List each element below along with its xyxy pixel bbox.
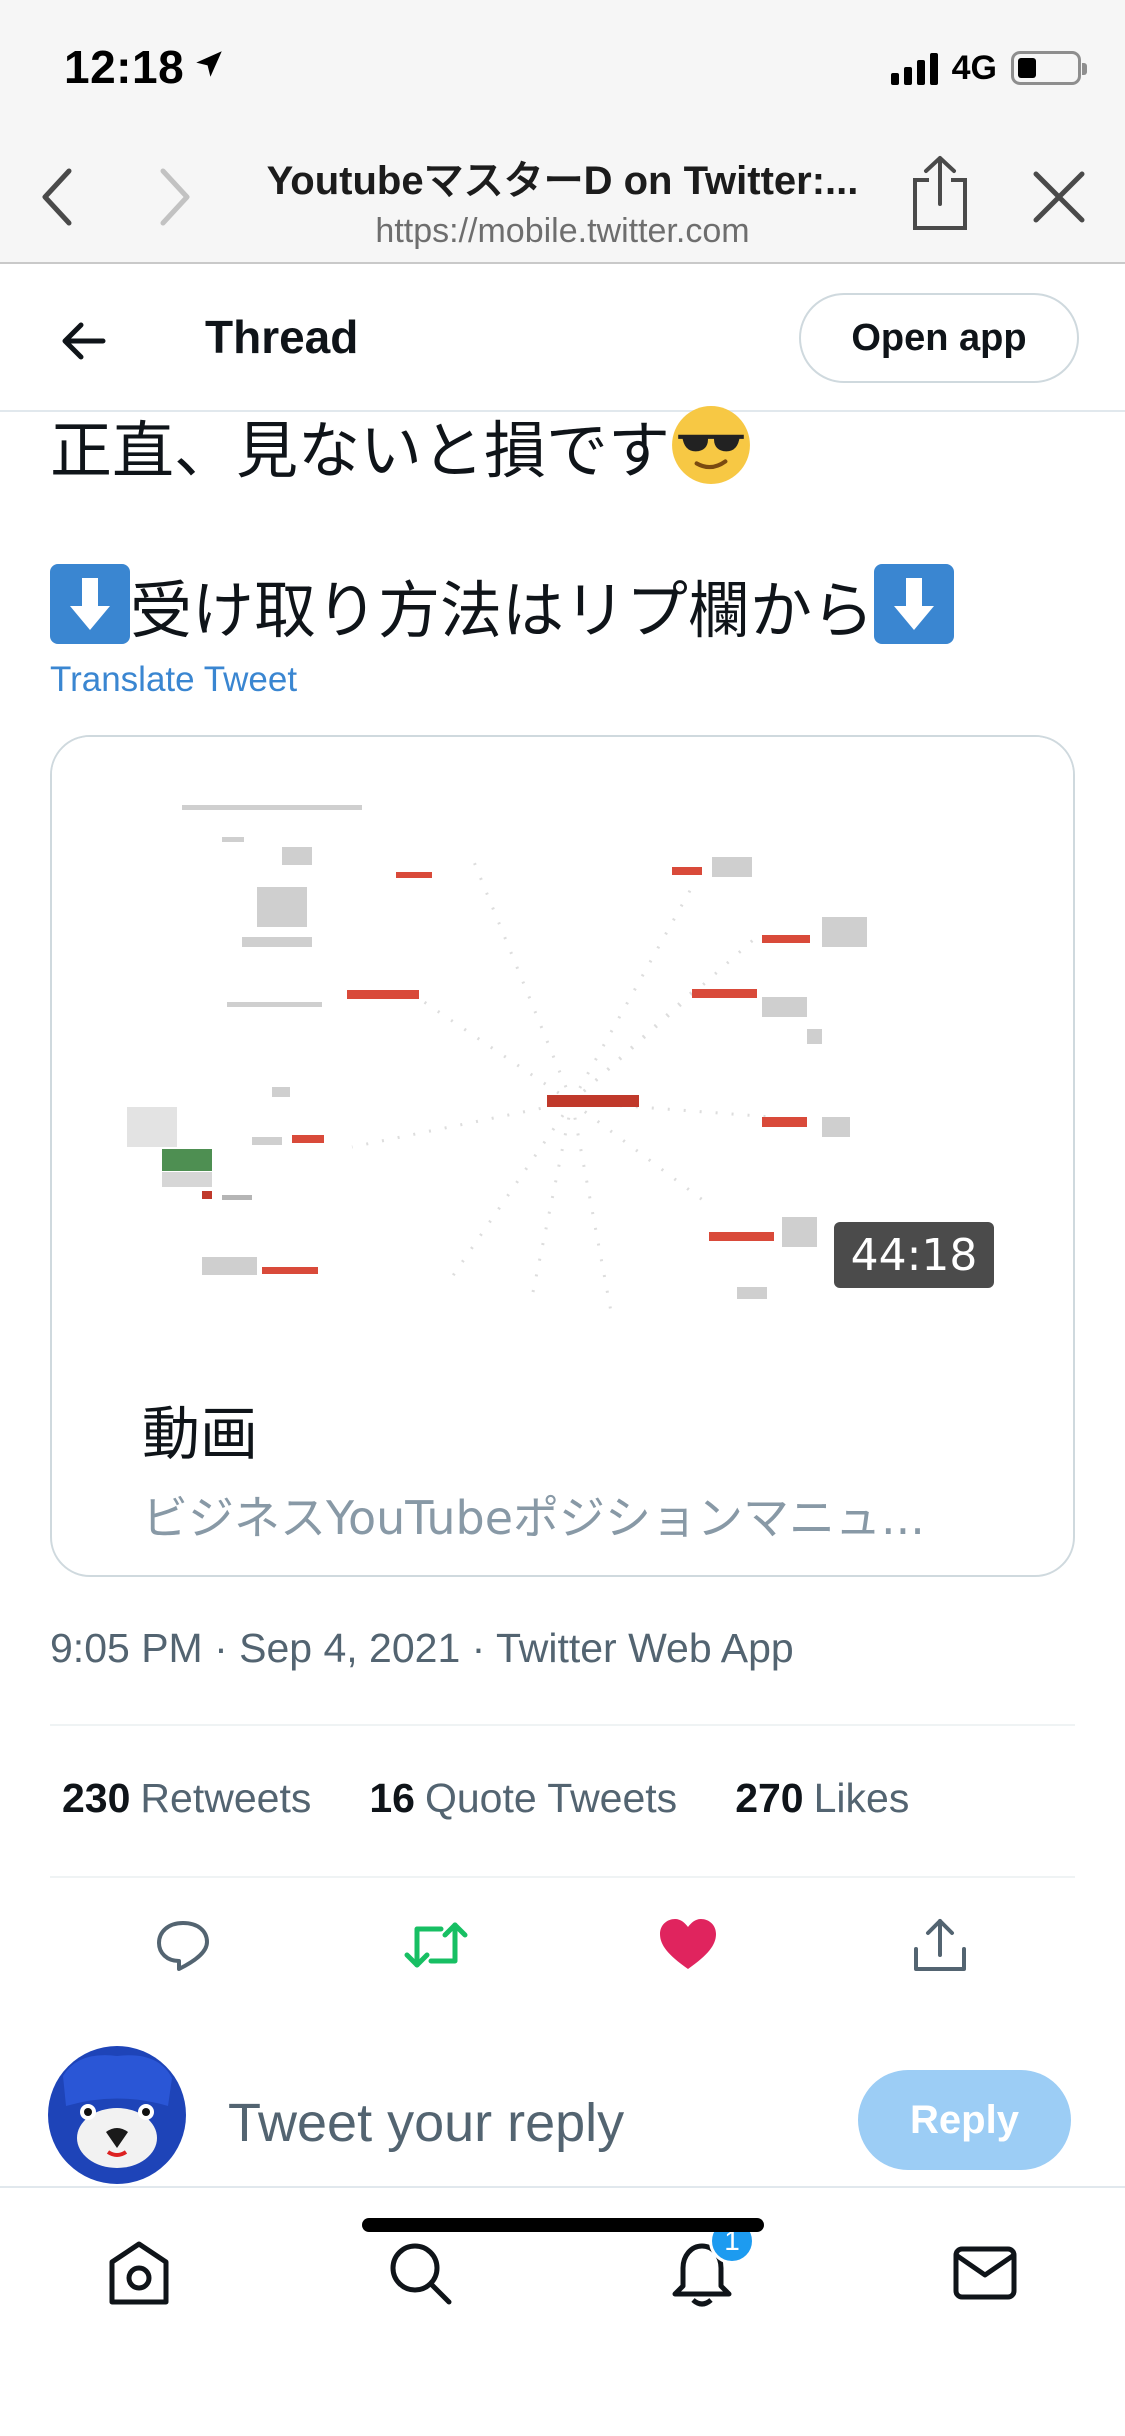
video-duration-badge: 44:18 bbox=[834, 1222, 994, 1288]
back-arrow-icon bbox=[62, 322, 106, 360]
close-icon bbox=[1033, 171, 1085, 223]
card-subtitle: ビジネスYouTubeポジションマニュ... bbox=[142, 1491, 925, 1545]
signal-icon bbox=[890, 51, 938, 85]
nav-notifications[interactable]: 1 bbox=[657, 2218, 755, 2318]
translate-tweet-link[interactable]: Translate Tweet bbox=[50, 660, 297, 700]
browser-back-button[interactable] bbox=[22, 162, 92, 232]
messages-icon bbox=[953, 2246, 1017, 2300]
page-url: https://mobile.twitter.com bbox=[375, 212, 750, 250]
nav-search[interactable] bbox=[375, 2228, 465, 2318]
status-time-text: 12:18 bbox=[64, 41, 185, 93]
divider bbox=[50, 1876, 1075, 1878]
retweets-count: 230 bbox=[62, 1775, 131, 1821]
home-icon bbox=[109, 2241, 169, 2305]
nav-home[interactable] bbox=[94, 2228, 184, 2318]
tweet-stats: 230 Retweets 16 Quote Tweets 270 Likes bbox=[62, 1775, 909, 1822]
likes-count: 270 bbox=[735, 1775, 804, 1821]
tweet-text-line-1: 正直、見ないと損です bbox=[50, 400, 752, 490]
chevron-left-icon bbox=[42, 168, 72, 226]
share-button[interactable] bbox=[900, 1905, 980, 1985]
sunglasses-emoji-icon bbox=[672, 406, 750, 484]
reply-bar: Tweet your reply Reply bbox=[0, 2010, 1125, 2186]
avatar bbox=[48, 2046, 186, 2184]
like-button[interactable] bbox=[648, 1905, 728, 1985]
search-icon bbox=[390, 2243, 452, 2305]
browser-share-button[interactable] bbox=[905, 152, 975, 236]
location-arrow-icon bbox=[196, 51, 222, 77]
reply-input[interactable]: Tweet your reply bbox=[228, 2092, 624, 2154]
retweet-icon bbox=[404, 1922, 468, 1968]
tweet-text: 正直、見ないと損です bbox=[50, 414, 671, 487]
page-title: YoutubeマスターD on Twitter:... bbox=[266, 159, 859, 203]
video-card[interactable]: 44:18 動画 ビジネスYouTubeポジションマニュ... bbox=[50, 735, 1075, 1577]
likes-label: Likes bbox=[813, 1775, 910, 1821]
retweet-button[interactable] bbox=[396, 1905, 476, 1985]
back-button[interactable] bbox=[48, 306, 118, 376]
network-label: 4G bbox=[951, 48, 997, 87]
tweet-timestamp[interactable]: 9:05 PM · Sep 4, 2021 · Twitter Web App bbox=[50, 1625, 794, 1672]
home-indicator[interactable] bbox=[362, 2218, 764, 2232]
retweets-stat[interactable]: 230 Retweets bbox=[62, 1775, 311, 1822]
likes-stat[interactable]: 270 Likes bbox=[735, 1775, 909, 1822]
tweet-text: 受け取り方法はリプ欄から bbox=[130, 574, 875, 647]
page-heading: Thread bbox=[205, 311, 359, 363]
browser-forward-button[interactable] bbox=[140, 162, 210, 232]
reply-icon bbox=[157, 1921, 209, 1971]
address-bar[interactable]: YoutubeマスターD on Twitter:... https://mobi… bbox=[250, 148, 875, 251]
thread-header: Thread Open app bbox=[0, 266, 1125, 412]
quotes-count: 16 bbox=[369, 1775, 415, 1821]
battery-icon bbox=[1011, 51, 1087, 85]
status-time: 12:18 bbox=[64, 40, 226, 94]
down-arrow-emoji-icon bbox=[874, 564, 955, 644]
share-icon bbox=[914, 1919, 966, 1971]
reply-submit-button[interactable]: Reply bbox=[858, 2070, 1071, 2170]
reply-button[interactable] bbox=[143, 1905, 223, 1985]
quote-tweets-stat[interactable]: 16 Quote Tweets bbox=[369, 1775, 677, 1822]
divider bbox=[50, 1724, 1075, 1726]
share-icon bbox=[913, 156, 967, 230]
browser-chrome: 12:18 4G YoutubeマスターD on Twitter:... htt… bbox=[0, 0, 1125, 264]
card-title: 動画 bbox=[142, 1400, 259, 1468]
tweet-actions bbox=[0, 1905, 1125, 1985]
like-icon bbox=[660, 1919, 716, 1969]
nav-messages[interactable] bbox=[940, 2228, 1030, 2318]
status-indicators: 4G bbox=[890, 48, 1087, 88]
open-app-button[interactable]: Open app bbox=[799, 293, 1079, 383]
quotes-label: Quote Tweets bbox=[424, 1775, 678, 1821]
browser-close-button[interactable] bbox=[1024, 162, 1094, 232]
retweets-label: Retweets bbox=[140, 1775, 312, 1821]
down-arrow-emoji-icon bbox=[50, 564, 130, 644]
tweet-text-line-2: 受け取り方法はリプ欄から bbox=[50, 560, 955, 650]
chevron-right-icon bbox=[160, 168, 190, 226]
